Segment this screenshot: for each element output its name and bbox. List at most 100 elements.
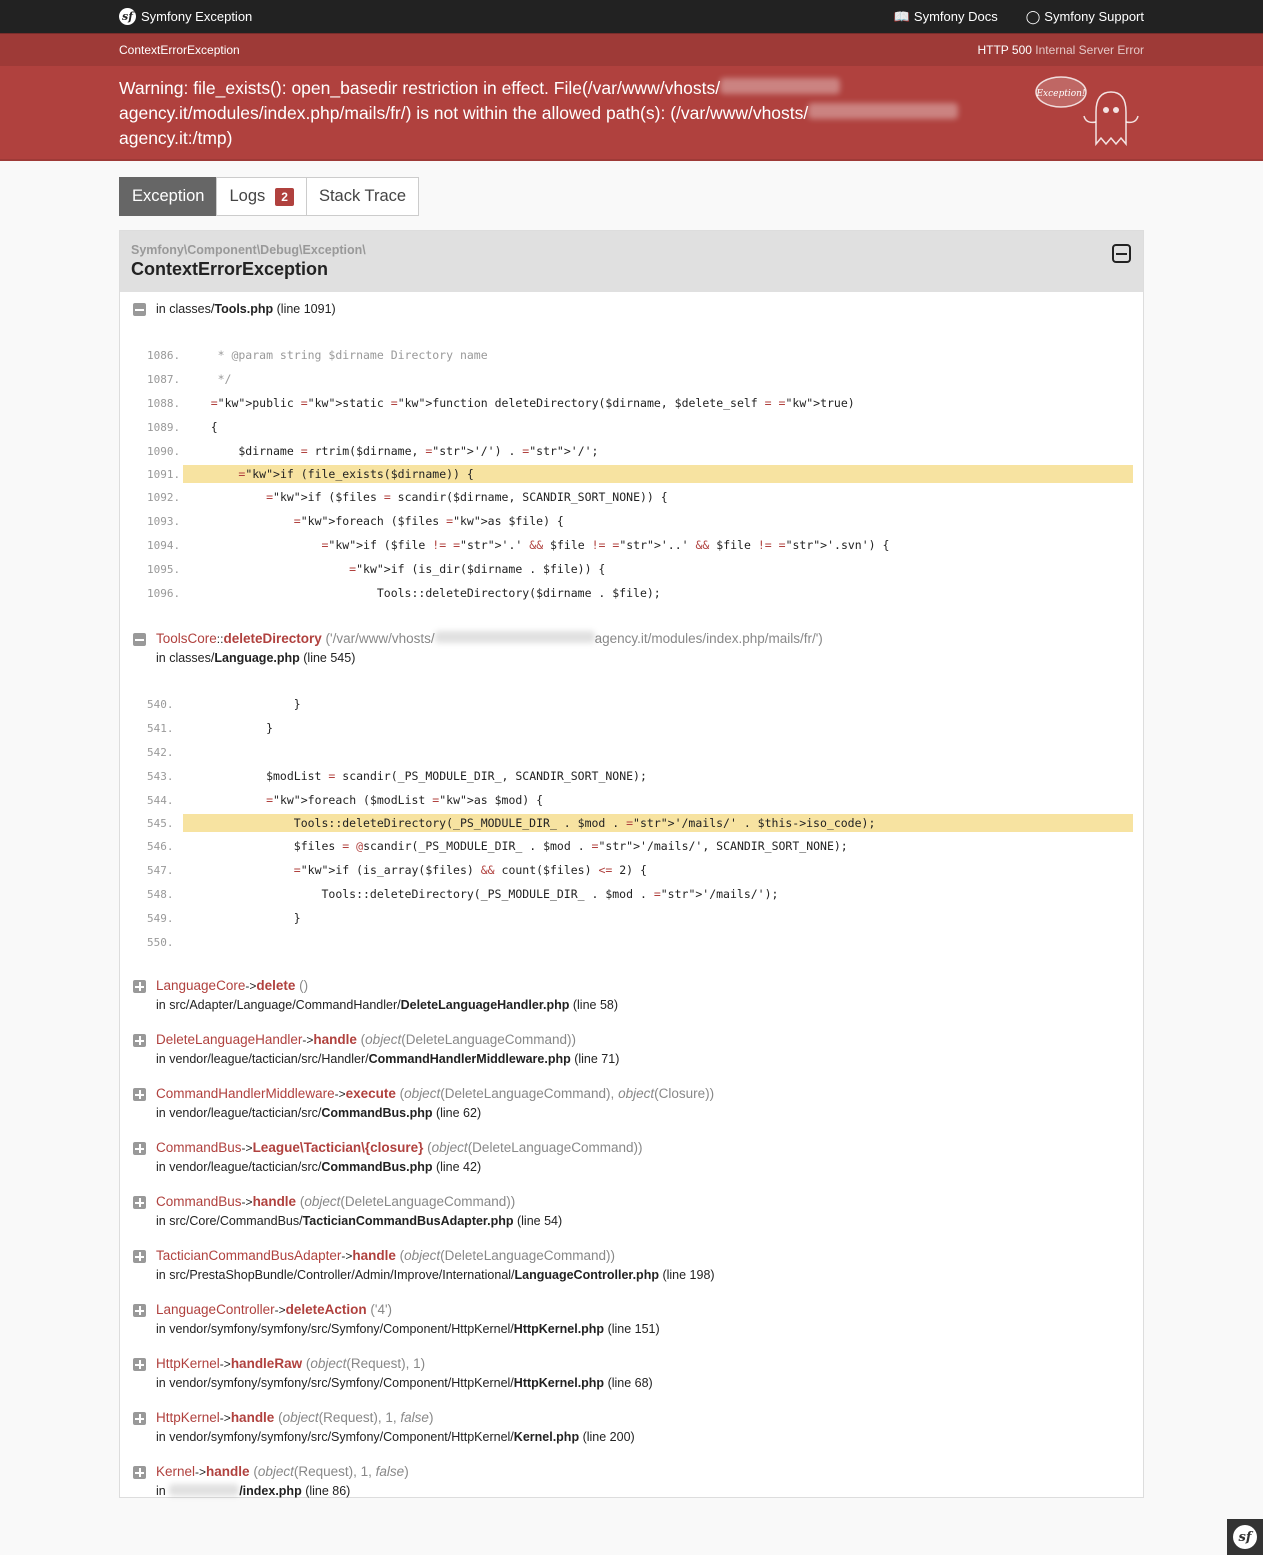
code-excerpt: 540. } 541. } 542. 543. $modList = scandir(…	[133, 692, 1133, 954]
code-text: ="kw">if (is_array($files) && count($fil…	[293, 863, 647, 877]
frame-args: (object(Request), 1, false)	[253, 1464, 409, 1479]
trace-frame: in classes/Tools.php (line 1091) 1086. *…	[120, 299, 1143, 605]
code-text: }	[183, 721, 274, 735]
frame-line-number: (line 58)	[572, 998, 619, 1012]
code-line: 1094. ="kw">if ($file != ="str">'.' && $…	[133, 533, 1133, 557]
tab-logs-label: Logs	[229, 187, 266, 205]
ghost-illustration-icon: Exception!	[1035, 76, 1139, 147]
frame-file-name: DeleteLanguageHandler.php	[400, 998, 570, 1012]
expand-icon[interactable]	[133, 1142, 146, 1155]
code-text: $dirname = rtrim($dirname, ="str">'/') .…	[183, 444, 599, 458]
frame-args: ('/var/www/vhosts/xagency.it/modules/ind…	[326, 631, 823, 646]
expand-icon[interactable]	[133, 1466, 146, 1479]
code-text: ="kw">if ($files = scandir($dirname, SCA…	[266, 490, 668, 504]
frame-operator: ->	[274, 1303, 286, 1317]
symfony-support-link[interactable]: ◯ Symfony Support	[1026, 9, 1144, 25]
frame-function: handle	[230, 1410, 275, 1425]
frame-file: in vendor/league/tactician/src/CommandBu…	[133, 1158, 1133, 1177]
tab-exception[interactable]: Exception	[119, 177, 218, 216]
code-line-highlighted: 545. Tools::deleteDirectory(_PS_MODULE_D…	[133, 812, 1133, 834]
frame-class: HttpKernel	[156, 1356, 220, 1371]
frame-call: HttpKernel->handleRaw (object(Request), …	[133, 1354, 1133, 1374]
tab-logs[interactable]: Logs 2	[216, 177, 307, 216]
code-text: Tools::deleteDirectory(_PS_MODULE_DIR_ .…	[183, 887, 779, 901]
code-text: ="kw">foreach ($files ="kw">as $file) {	[293, 514, 564, 528]
code-text: }	[183, 911, 301, 925]
expand-icon[interactable]	[133, 980, 146, 993]
expand-icon[interactable]	[133, 1358, 146, 1371]
brand[interactable]: sf Symfony Exception	[119, 8, 252, 25]
frame-args-suffix: agency.it/modules/index.php/mails/fr/')	[594, 631, 823, 646]
frame-operator: ->	[334, 1087, 346, 1101]
code-line: 1092. ="kw">if ($files = scandir($dirnam…	[133, 485, 1133, 509]
expand-icon[interactable]	[133, 1412, 146, 1425]
expand-icon[interactable]	[133, 1196, 146, 1209]
frame-call: ToolsCore::deleteDirectory ('/var/www/vh…	[133, 629, 1133, 649]
frame-path: in vendor/league/tactician/src/	[156, 1160, 322, 1174]
line-number: 543.	[147, 769, 174, 783]
frame-file: in vendor/league/tactician/src/CommandBu…	[133, 1104, 1133, 1123]
code-line: 542.	[133, 740, 1133, 764]
frame-class: CommandBus	[156, 1140, 242, 1155]
frame-args: (object(Request), 1)	[305, 1356, 426, 1371]
frame-class: ToolsCore	[156, 631, 217, 646]
frame-line-number: (line 151)	[607, 1322, 660, 1336]
frame-args: ('4')	[370, 1302, 393, 1317]
frame-operator: ->	[302, 1033, 314, 1047]
trace-frame: HttpKernel->handleRaw (object(Request), …	[120, 1354, 1143, 1408]
tab-stack-trace[interactable]: Stack Trace	[305, 177, 420, 216]
code-line: 1088. ="kw">public ="kw">static ="kw">fu…	[133, 391, 1133, 415]
symfony-toolbar-button[interactable]: sf	[1227, 1519, 1263, 1555]
line-number: 542.	[147, 745, 174, 759]
collapse-trace-button[interactable]	[1112, 244, 1131, 263]
code-line: 550.	[133, 930, 1133, 954]
code-line: 546. $files = @scandir(_PS_MODULE_DIR_ .…	[133, 834, 1133, 858]
line-number: 1096.	[147, 586, 181, 600]
redacted-text: x	[808, 103, 959, 119]
frame-operator: ->	[219, 1357, 231, 1371]
code-line: 548. Tools::deleteDirectory(_PS_MODULE_D…	[133, 882, 1133, 906]
frame-call: HttpKernel->handle (object(Request), 1, …	[133, 1408, 1133, 1428]
collapse-icon[interactable]	[133, 303, 146, 316]
collapsed-frames: LanguageCore->delete () in src/Adapter/La…	[120, 976, 1143, 1516]
frame-path: in vendor/league/tactician/src/Handler/	[156, 1052, 369, 1066]
frame-file-name: Tools.php	[214, 302, 274, 316]
frame-path: in vendor/symfony/symfony/src/Symfony/Co…	[156, 1322, 514, 1336]
code-text: ="kw">foreach ($modList ="kw">as $mod) {	[266, 793, 544, 807]
frame-file: in x/index.php (line 86)	[133, 1482, 1133, 1501]
code-text: * @param string $dirname Directory name	[183, 348, 488, 362]
frame-file-name: TacticianCommandBusAdapter.php	[302, 1214, 514, 1228]
trace-frame: Kernel->handle (object(Request), 1, fals…	[120, 1462, 1143, 1516]
frame-call: Kernel->handle (object(Request), 1, fals…	[133, 1462, 1133, 1482]
code-line: 547. ="kw">if (is_array($files) && count…	[133, 858, 1133, 882]
redacted-text: x	[720, 78, 841, 94]
expand-icon[interactable]	[133, 1304, 146, 1317]
line-number: 549.	[147, 911, 174, 925]
trace-frame: CommandHandlerMiddleware->execute (objec…	[120, 1084, 1143, 1138]
frame-operator: ->	[341, 1249, 353, 1263]
frame-args: (object(Request), 1, false)	[278, 1410, 434, 1425]
frame-file-name: Language.php	[214, 651, 300, 665]
symfony-docs-link[interactable]: 📖 Symfony Docs	[894, 9, 998, 25]
frame-class: LanguageCore	[156, 978, 246, 993]
code-text: ="kw">public ="kw">static ="kw">function…	[210, 396, 855, 410]
collapse-icon[interactable]	[133, 633, 146, 646]
code-line: 541. }	[133, 716, 1133, 740]
frame-file-name: /index.php	[239, 1484, 302, 1498]
expand-icon[interactable]	[133, 1250, 146, 1263]
code-line: 1095. ="kw">if (is_dir($dirname . $file)…	[133, 557, 1133, 581]
frame-path: in	[156, 1484, 170, 1498]
frame-operator: ->	[219, 1411, 231, 1425]
frame-line-number: (line 71)	[574, 1052, 620, 1066]
symfony-logo-icon: sf	[119, 8, 136, 25]
frame-call: TacticianCommandBusAdapter->handle (obje…	[133, 1246, 1133, 1266]
frame-call: LanguageController->deleteAction ('4')	[133, 1300, 1133, 1320]
code-line: 1087. */	[133, 367, 1133, 391]
docs-label: Symfony Docs	[913, 9, 998, 24]
frame-path: in classes/	[156, 651, 215, 665]
line-number: 1089.	[147, 420, 181, 434]
frame-class: HttpKernel	[156, 1410, 220, 1425]
expand-icon[interactable]	[133, 1088, 146, 1101]
expand-icon[interactable]	[133, 1034, 146, 1047]
